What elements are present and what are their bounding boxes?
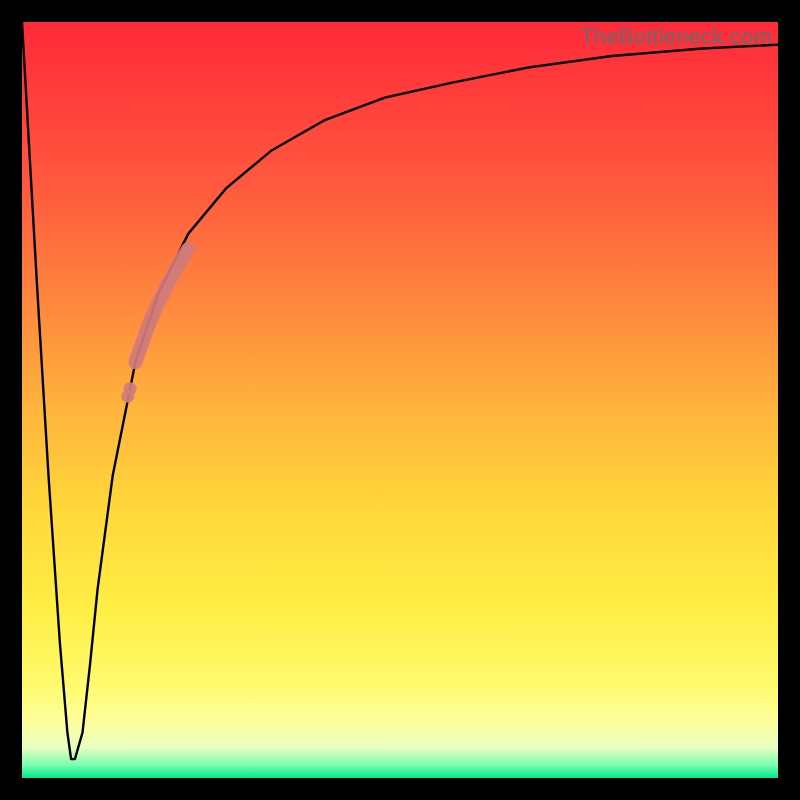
chart-frame: TheBottleneck.com	[0, 0, 800, 800]
highlight-markers	[22, 22, 778, 778]
plot-area: TheBottleneck.com	[22, 22, 778, 778]
